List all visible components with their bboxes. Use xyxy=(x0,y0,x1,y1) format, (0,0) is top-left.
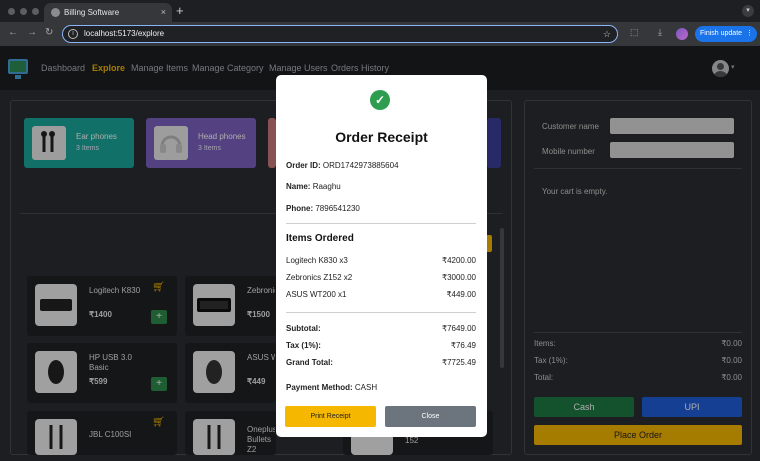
back-arrow-icon[interactable]: ← xyxy=(8,27,18,38)
forward-arrow-icon[interactable]: → xyxy=(27,27,37,38)
tax-value: ₹76.49 xyxy=(450,341,476,350)
receipt-line-item: Logitech K830 x3 ₹4200.00 xyxy=(286,256,476,265)
browser-tab[interactable]: Billing Software × xyxy=(44,3,172,22)
finish-update-label: Finish update xyxy=(700,30,743,37)
chevron-down-icon[interactable]: ▾ xyxy=(742,5,754,17)
name-value: Raaghu xyxy=(312,182,341,191)
reload-icon[interactable]: ↻ xyxy=(45,27,53,38)
tax-row: Tax (1%): ₹76.49 xyxy=(286,341,476,350)
star-icon[interactable]: ☆ xyxy=(603,26,611,42)
subtotal-row: Subtotal: ₹7649.00 xyxy=(286,324,476,333)
grand-total-label: Grand Total: xyxy=(286,358,333,367)
line-item-amount: ₹449.00 xyxy=(446,290,476,299)
phone-label: Phone: xyxy=(286,204,314,213)
window-close-control[interactable] xyxy=(8,8,15,15)
receipt-divider xyxy=(286,312,476,313)
close-icon[interactable]: × xyxy=(161,3,166,22)
grand-total-value: ₹7725.49 xyxy=(441,358,476,367)
extensions-icon[interactable]: ⬚ xyxy=(630,27,639,38)
browser-tab-bar: Billing Software × + ▾ xyxy=(0,0,760,22)
new-tab-button[interactable]: + xyxy=(176,3,184,18)
payment-method-line: Payment Method: CASH xyxy=(286,383,377,392)
subtotal-value: ₹7649.00 xyxy=(441,324,476,333)
address-bar[interactable]: i localhost:5173/explore ☆ xyxy=(62,25,618,43)
receipt-line-item: Zebronics Z152 x2 ₹3000.00 xyxy=(286,273,476,282)
order-id-line: Order ID: ORD1742973885604 xyxy=(286,161,399,170)
info-icon[interactable]: i xyxy=(68,29,78,39)
profile-avatar[interactable] xyxy=(676,28,688,40)
line-item-amount: ₹3000.00 xyxy=(441,273,476,282)
tab-title: Billing Software xyxy=(64,8,120,17)
receipt-title: Order Receipt xyxy=(335,129,428,145)
line-item-name: Logitech K830 x3 xyxy=(286,256,348,265)
tax-label: Tax (1%): xyxy=(286,341,321,350)
subtotal-label: Subtotal: xyxy=(286,324,321,333)
grand-total-row: Grand Total: ₹7725.49 xyxy=(286,358,476,367)
phone-line: Phone: 7896541230 xyxy=(286,204,360,213)
more-icon: ⋮ xyxy=(746,30,753,37)
order-id-label: Order ID: xyxy=(286,161,321,170)
customer-name-line: Name: Raaghu xyxy=(286,182,341,191)
line-item-amount: ₹4200.00 xyxy=(441,256,476,265)
order-receipt-modal: ✓ Order Receipt Order ID: ORD17429738856… xyxy=(276,75,487,437)
window-zoom-control[interactable] xyxy=(32,8,39,15)
close-button[interactable]: Close xyxy=(385,406,476,427)
finish-update-button[interactable]: Finish update ⋮ xyxy=(695,26,757,42)
globe-icon xyxy=(51,8,60,17)
line-item-name: ASUS WT200 x1 xyxy=(286,290,347,299)
window-minimize-control[interactable] xyxy=(20,8,27,15)
url-text[interactable]: localhost:5173/explore xyxy=(84,26,164,42)
payment-method-label: Payment Method: xyxy=(286,383,353,392)
order-id-value: ORD1742973885604 xyxy=(322,161,399,170)
receipt-line-item: ASUS WT200 x1 ₹449.00 xyxy=(286,290,476,299)
receipt-divider xyxy=(286,223,476,224)
print-receipt-button[interactable]: Print Receipt xyxy=(285,406,376,427)
download-icon[interactable]: ⤓ xyxy=(658,27,662,38)
check-circle-icon: ✓ xyxy=(370,90,390,110)
payment-method-value: CASH xyxy=(354,383,378,392)
phone-value: 7896541230 xyxy=(315,204,360,213)
browser-toolbar: ← → ↻ i localhost:5173/explore ☆ ⬚ ⤓ Fin… xyxy=(0,22,760,46)
items-ordered-heading: Items Ordered xyxy=(286,233,354,244)
line-item-name: Zebronics Z152 x2 xyxy=(286,273,353,282)
name-label: Name: xyxy=(286,182,311,191)
